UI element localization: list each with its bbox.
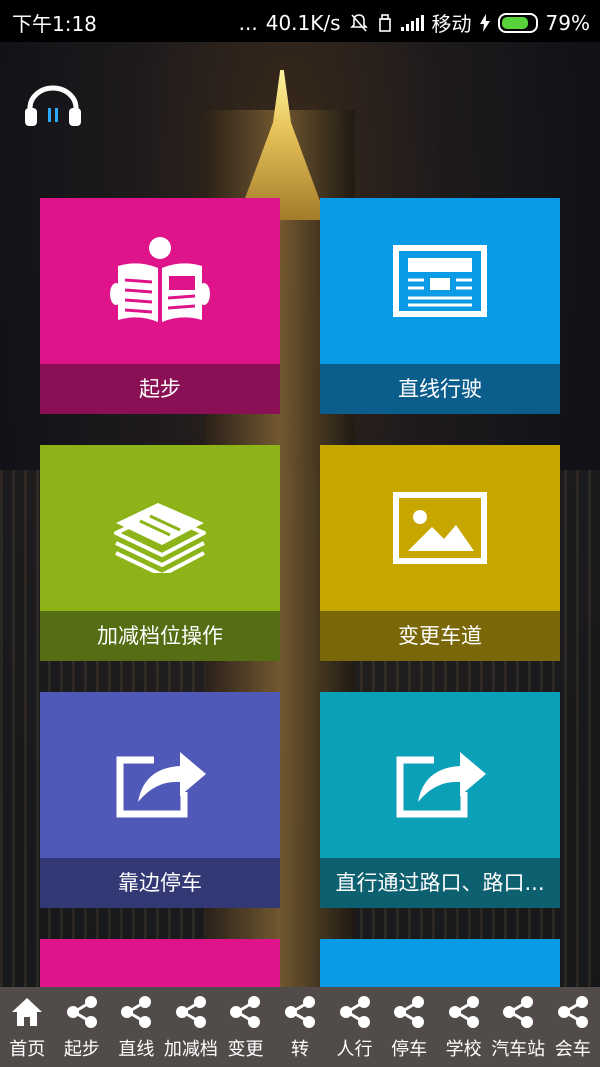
charging-icon — [479, 13, 490, 32]
nav-label: 加减档 — [163, 1039, 218, 1060]
audio-button[interactable] — [22, 84, 84, 128]
picture-icon — [393, 492, 487, 564]
share-icon — [339, 996, 370, 1028]
status-indicators: ... 40.1K/s 移动 79% — [239, 8, 590, 37]
network-speed: 40.1K/s — [265, 10, 341, 35]
share-icon — [175, 996, 206, 1028]
nav-label: 人行 — [336, 1039, 373, 1060]
bell-muted-icon — [349, 13, 368, 32]
share-icon — [448, 996, 479, 1028]
sim-icon — [378, 13, 391, 32]
nav-item-zhixian[interactable]: 直线 — [109, 987, 164, 1067]
tile-partial-left[interactable] — [40, 939, 280, 987]
nav-item-renxing[interactable]: 人行 — [327, 987, 382, 1067]
share-icon — [121, 996, 152, 1028]
tile-qibu[interactable]: 起步 — [40, 198, 280, 414]
status-time: 下午1:18 — [12, 12, 97, 36]
carrier-name: 移动 — [431, 12, 472, 36]
share-icon — [394, 996, 425, 1028]
tile-label: 靠边停车 — [40, 858, 280, 908]
tile-zhixian[interactable]: 直线行驶 — [320, 198, 560, 414]
tile-partial-right[interactable] — [320, 939, 560, 987]
battery-icon — [497, 12, 538, 33]
nav-label: 汽车站 — [491, 1039, 546, 1060]
nav-item-zhuan[interactable]: 转 — [273, 987, 328, 1067]
nav-item-biangeng[interactable]: 变更 — [218, 987, 273, 1067]
tile-zhixing-lukou[interactable]: 直行通过路口、路口... — [320, 692, 560, 908]
signal-icon — [400, 14, 424, 31]
newspaper-reader-icon — [110, 237, 210, 322]
nav-label: 会车 — [554, 1039, 591, 1060]
tile-label: 起步 — [40, 364, 280, 414]
share-icon — [66, 996, 97, 1028]
bottom-nav: 首页 起步 直线 加减档 变更 转 人行 停车 学校 汽车站 会车 — [0, 987, 600, 1067]
nav-label: 学校 — [445, 1039, 482, 1060]
status-bar: 下午1:18 ... 40.1K/s 移动 79% — [0, 0, 600, 42]
nav-item-home[interactable]: 首页 — [0, 987, 55, 1067]
tile-label: 变更车道 — [320, 611, 560, 661]
headphones-icon — [25, 85, 81, 126]
share-arrow-icon — [116, 752, 206, 818]
tile-label: 直行通过路口、路口... — [320, 858, 560, 908]
home-icon — [12, 998, 43, 1026]
nav-label: 变更 — [227, 1039, 264, 1060]
status-dots: ... — [238, 10, 258, 35]
nav-label: 首页 — [9, 1039, 46, 1060]
tile-label: 加减档位操作 — [40, 611, 280, 661]
share-icon — [285, 996, 315, 1028]
news-icon — [393, 245, 487, 317]
nav-label: 起步 — [63, 1039, 100, 1060]
tile-label: 直线行驶 — [320, 364, 560, 414]
share-icon — [503, 996, 534, 1028]
nav-item-tingche[interactable]: 停车 — [382, 987, 437, 1067]
battery-percent: 79% — [545, 10, 590, 35]
tile-jiajiandang[interactable]: 加减档位操作 — [40, 445, 280, 661]
nav-item-qibu[interactable]: 起步 — [55, 987, 110, 1067]
nav-item-xuexiao[interactable]: 学校 — [436, 987, 491, 1067]
news-stack-icon — [114, 503, 206, 573]
tile-biangeng[interactable]: 变更车道 — [320, 445, 560, 661]
nav-label: 转 — [291, 1039, 309, 1060]
nav-item-huiche[interactable]: 会车 — [545, 987, 600, 1067]
tile-kaobian[interactable]: 靠边停车 — [40, 692, 280, 908]
nav-item-jiajiandang[interactable]: 加减档 — [164, 987, 219, 1067]
nav-item-qichezhan[interactable]: 汽车站 — [491, 987, 546, 1067]
nav-label: 直线 — [118, 1039, 155, 1060]
share-arrow-icon — [396, 752, 486, 818]
share-icon — [230, 996, 261, 1028]
nav-label: 停车 — [391, 1039, 428, 1060]
share-icon — [557, 996, 588, 1028]
